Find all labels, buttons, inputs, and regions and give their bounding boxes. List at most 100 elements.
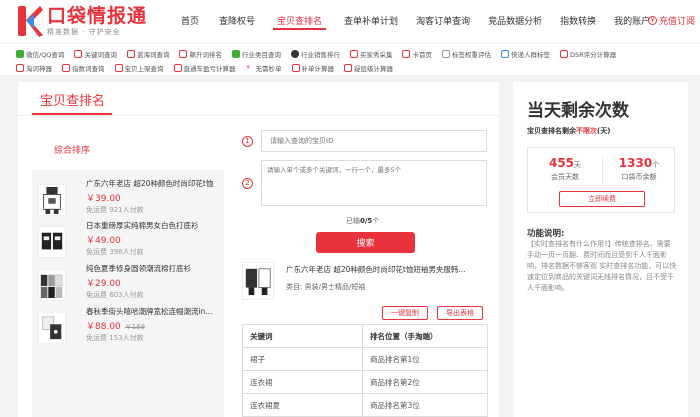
tool-label: DSR评分计算器 xyxy=(569,51,617,59)
step-2-badge: 2 xyxy=(242,178,253,189)
tool-label: 直通车盈亏计算器 xyxy=(183,65,236,73)
subtitle-suffix: (天) xyxy=(597,127,611,135)
tool-express[interactable]: 快递人群标签 xyxy=(500,48,550,60)
tool-wechat-qq[interactable]: 微信/QQ查询 xyxy=(16,48,64,60)
nav-affiliate-orders[interactable]: 淘客订单查询 xyxy=(416,14,470,30)
tool-label: 宝贝上架查询 xyxy=(124,65,164,73)
coin-balance-unit: 个 xyxy=(652,161,660,169)
tag-icon xyxy=(441,50,450,58)
nav-competitor-analysis[interactable]: 竞品数据分析 xyxy=(488,14,542,30)
tool-word[interactable]: 淘词神器 xyxy=(16,62,52,74)
list-item[interactable]: 春秋季街头嘻哈潮牌宽松连帽潮流in... ￥88.00 ￥168 免运费 153人… xyxy=(38,306,222,350)
tool-no-flash[interactable]: ⚡ 无需秒单 xyxy=(246,62,282,74)
product-price: ￥39.00 xyxy=(86,191,121,204)
product-image xyxy=(38,184,66,216)
recharge-link[interactable]: ¥ 充值订阅 xyxy=(648,14,695,27)
search-button[interactable]: 搜索 xyxy=(316,232,415,253)
sort-default-tab[interactable]: 综合排序 xyxy=(54,143,90,156)
page-title: 宝贝查排名 xyxy=(40,94,106,109)
table-header-row: 关键词 排名位置（手淘端） xyxy=(242,324,488,348)
nav-my-account[interactable]: 我的账户 xyxy=(614,14,650,30)
collect-icon xyxy=(349,50,358,58)
copy-all-button[interactable]: 一键复制 xyxy=(382,306,428,320)
logo[interactable]: 口袋情报通 精准数据 · 守护安全 xyxy=(16,4,147,38)
product-image xyxy=(38,312,66,344)
keyword-cell: 裙子 xyxy=(242,347,363,371)
blue-ocean-icon xyxy=(126,50,135,58)
coin-balance-value: 1330个 xyxy=(602,156,676,170)
list-item[interactable]: 广东六年老店 超20种颜色时尚印花t恤 ￥39.00 免运费 921人付款 xyxy=(38,178,222,222)
tool-industry[interactable]: 行业类目查询 xyxy=(231,48,281,60)
tool-label: 关键词查询 xyxy=(84,51,117,59)
result-product-image xyxy=(242,262,274,300)
tool-sales-ranking[interactable]: 行业销售排行 xyxy=(290,48,340,60)
renew-button[interactable]: 立即续费 xyxy=(559,191,645,207)
tool-ztc-calc[interactable]: 直通车盈亏计算器 xyxy=(173,62,236,74)
step-1-badge: 1 xyxy=(242,136,253,147)
sort-bar: 综合排序 xyxy=(32,126,224,170)
subtitle-prefix: 宝贝查排名剩余 xyxy=(527,127,576,135)
counter-value: 0/5 xyxy=(360,217,373,225)
shipping-text: 免运费 xyxy=(86,248,107,256)
tool-label: 无需秒单 xyxy=(255,65,282,73)
tool-keyword[interactable]: 关键词查询 xyxy=(74,48,117,60)
sold-count: 603人付款 xyxy=(109,291,144,299)
product-id-input[interactable] xyxy=(261,130,487,152)
product-meta: 免运费 603人付款 xyxy=(86,290,144,300)
list-item[interactable]: 纯色夏季修身圆领潮流棉打底衫 ￥29.00 免运费 603人付款 xyxy=(38,263,222,307)
tool-blue-ocean[interactable]: 蓝海词查询 xyxy=(126,48,170,60)
dsr-icon xyxy=(559,50,568,58)
result-category: 类目: 男装/男士精品/短袖 xyxy=(286,283,366,291)
member-days-unit: 天 xyxy=(574,161,582,169)
tool-buyer-show[interactable]: 买家秀采集 xyxy=(349,48,393,60)
tool-label: 补单计算器 xyxy=(301,65,335,73)
coin-balance-label: 口袋币余额 xyxy=(621,173,657,181)
price-value: ￥49.00 xyxy=(86,236,121,246)
nav-order-plan[interactable]: 查单补单计划 xyxy=(344,14,398,30)
member-days-value: 455天 xyxy=(528,156,602,170)
tool-dsr[interactable]: DSR评分计算器 xyxy=(559,48,617,60)
lightning-icon: ⚡ xyxy=(245,63,252,72)
tool-home[interactable]: 卡首页 xyxy=(402,48,432,60)
tool-level-calc[interactable]: 疑层级计算器 xyxy=(344,62,393,74)
sold-count: 153人付款 xyxy=(109,334,144,342)
nav-index-convert[interactable]: 指数转换 xyxy=(560,14,596,30)
product-meta: 免运费 921人付款 xyxy=(86,205,144,215)
tool-rising[interactable]: 飙升词排名 xyxy=(179,48,222,60)
account-stats: 455天 会员天数 1330个 口袋币余额 立即续费 xyxy=(527,147,675,213)
tool-listing[interactable]: 宝贝上架查询 xyxy=(114,62,164,74)
express-icon xyxy=(500,50,509,58)
price-value: ￥88.00 xyxy=(86,322,121,332)
product-list: 综合排序 广东六年老店 超20种颜色时尚印花t恤 ￥39.00 免运费 921人… xyxy=(32,126,224,417)
tool-order-calc[interactable]: 补单计算器 xyxy=(291,62,335,74)
tool-tag-weight[interactable]: 标签权重评估 xyxy=(441,48,491,60)
counter-suffix: 个 xyxy=(372,217,380,225)
coin-balance-number: 1330 xyxy=(618,156,653,170)
member-days-number: 455 xyxy=(548,156,575,170)
product-title: 纯色夏季修身圆领潮流棉打底衫 xyxy=(86,264,191,273)
counter-prefix: 已输 xyxy=(346,217,360,225)
tool-label: 飙升词排名 xyxy=(189,51,222,59)
tool-label: 买家秀采集 xyxy=(359,51,393,59)
result-title: 广东六年老店 超20种颜色时尚印花t恤短袖男夹服韩... xyxy=(286,265,466,274)
list-item[interactable]: 日本重磅厚实纯棉男女白色打底衫 ￥49.00 免运费 396人付款 xyxy=(38,220,222,264)
sold-count: 396人付款 xyxy=(109,248,144,256)
column-header-position: 排名位置（手淘端） xyxy=(362,324,488,348)
nav-item-ranking[interactable]: 宝贝查排名 xyxy=(273,14,327,30)
index-word-icon xyxy=(62,64,70,72)
tool-row-1: 微信/QQ查询 关键词查询 蓝海词查询 飙升词排名 行业类目查询 行业销售排行 … xyxy=(16,48,616,60)
tool-label: 疑层级计算器 xyxy=(354,65,393,73)
coin-icon: ¥ xyxy=(648,16,657,25)
product-title: 日本重磅厚实纯棉男女白色打底衫 xyxy=(86,221,199,230)
export-table-button[interactable]: 导出表格 xyxy=(437,306,483,320)
tool-label: 指数词查询 xyxy=(72,65,105,73)
nav-home[interactable]: 首页 xyxy=(181,14,199,30)
tool-index-word[interactable]: 指数词查询 xyxy=(62,62,105,74)
position-cell: 商品排名第1位 xyxy=(362,347,488,371)
keywords-textarea[interactable] xyxy=(261,160,487,206)
title-underline xyxy=(32,113,112,115)
tool-label: 蓝海词查询 xyxy=(136,51,170,59)
product-image xyxy=(38,269,66,301)
unlimited-highlight: 不限次 xyxy=(576,127,597,135)
nav-check-demotion[interactable]: 查降权号 xyxy=(219,14,255,30)
